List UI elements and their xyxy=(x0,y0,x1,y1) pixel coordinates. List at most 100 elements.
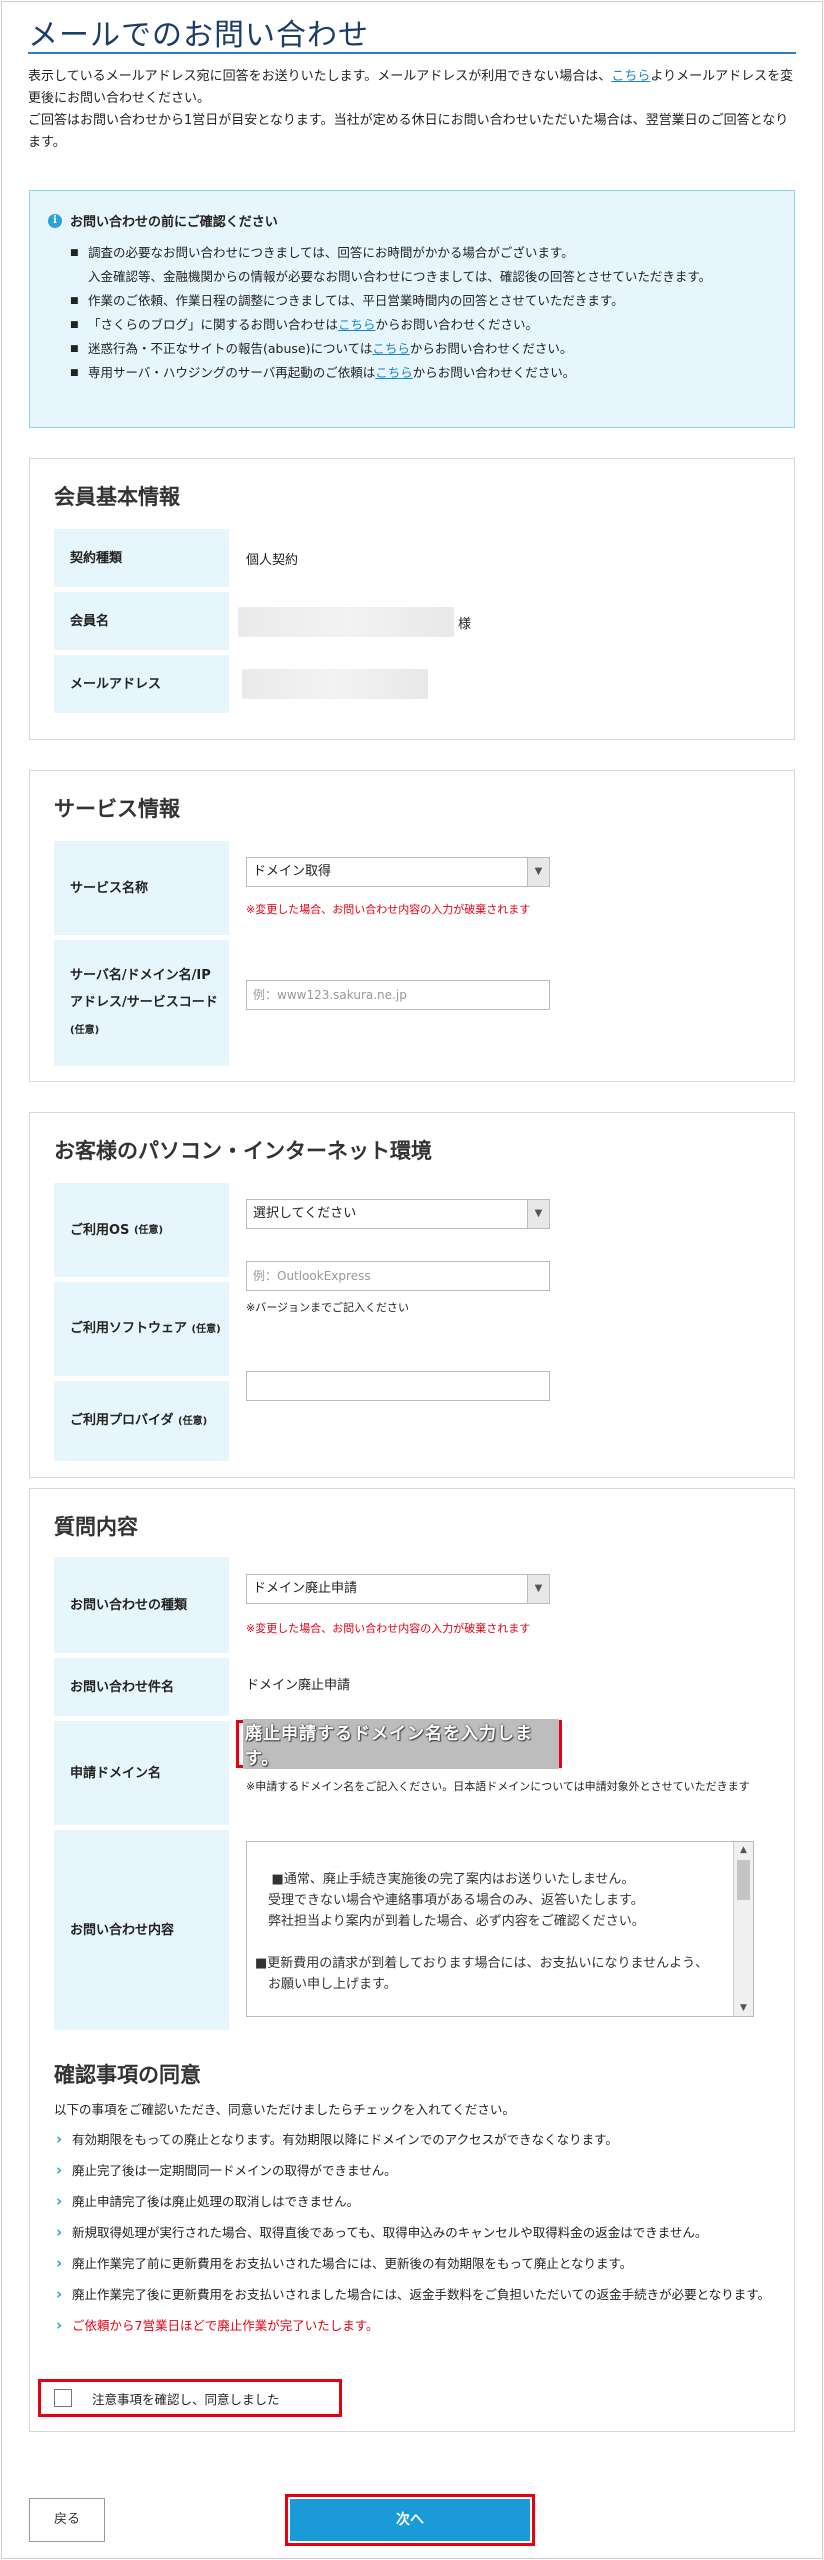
provider-label: ご利用プロバイダ (任意) xyxy=(54,1381,229,1461)
member-info-section: 会員基本情報 契約種類 個人契約 会員名 様 メールアドレス xyxy=(29,458,795,740)
blog-inquiry-link[interactable]: こちら xyxy=(338,317,376,332)
next-button-highlight: 次へ xyxy=(285,2494,535,2546)
agreement-item: 有効期限をもっての廃止となります。有効期限以降にドメインでのアクセスができなくな… xyxy=(54,2128,774,2151)
service-name-label: サービス名称 xyxy=(54,841,229,935)
intro-text-1: 表示しているメールアドレス宛に回答をお送りいたします。メールアドレスが利用できな… xyxy=(28,69,612,84)
os-selected: 選択してください xyxy=(253,1206,357,1221)
software-label: ご利用ソフトウェア (任意) xyxy=(54,1282,229,1376)
environment-section: お客様のパソコン・インターネット環境 ご利用OS (任意) 選択してください ▼… xyxy=(29,1112,795,1478)
inquiry-type-warning: ※変更した場合、お問い合わせ内容の入力が破棄されます xyxy=(246,1622,531,1635)
inquiry-subject-label: お問い合わせ件名 xyxy=(54,1658,229,1716)
server-name-label-text: サーバ名/ドメイン名/IPアドレス/サービスコード xyxy=(70,968,218,1010)
optional-tag: (任意) xyxy=(178,1415,208,1427)
email-label: メールアドレス xyxy=(54,655,229,713)
agree-checkbox[interactable] xyxy=(54,2389,72,2407)
server-name-label: サーバ名/ドメイン名/IPアドレス/サービスコード (任意) xyxy=(54,940,229,1066)
member-name-redacted xyxy=(238,607,454,637)
agreement-item-completion: ご依頼から7営業日ほどで廃止作業が完了いたします。 xyxy=(54,2314,774,2337)
environment-title: お客様のパソコン・インターネット環境 xyxy=(54,1139,432,1163)
agree-checkbox-label[interactable]: 注意事項を確認し、同意しました xyxy=(92,2389,280,2408)
email-change-link[interactable]: こちら xyxy=(611,69,650,84)
agreement-list: 有効期限をもっての廃止となります。有効期限以降にドメインでのアクセスができなくな… xyxy=(54,2128,774,2346)
inquiry-type-label: お問い合わせの種類 xyxy=(54,1557,229,1653)
intro-text: 表示しているメールアドレス宛に回答をお送りいたします。メールアドレスが利用できな… xyxy=(28,66,798,154)
textarea-scrollbar[interactable]: ▲ ▼ xyxy=(733,1842,753,2016)
os-label-text: ご利用OS xyxy=(70,1222,130,1238)
optional-tag: (任意) xyxy=(133,1224,164,1236)
software-input[interactable]: 例：OutlookExpress xyxy=(246,1261,550,1291)
optional-tag: (任意) xyxy=(191,1323,221,1335)
notice-item: 「さくらのブログ」に関するお問い合わせはこちらからお問い合わせください。 xyxy=(70,313,780,337)
domain-name-input[interactable]: 廃止申請するドメイン名を入力します。 xyxy=(239,1719,559,1769)
agreement-lead: 以下の事項をご確認いただき、同意いただけましたらチェックを入れてください。 xyxy=(54,2102,515,2117)
agreement-item: 廃止作業完了後に更新費用をお支払いされました場合には、返金手数料をご負担いただい… xyxy=(54,2283,774,2306)
server-reboot-link[interactable]: こちら xyxy=(375,365,413,380)
notice-item: 迷惑行為・不正なサイトの報告(abuse)についてはこちらからお問い合わせくださ… xyxy=(70,337,780,361)
os-select[interactable]: 選択してください ▼ xyxy=(246,1199,550,1229)
service-info-title: サービス情報 xyxy=(54,797,180,821)
inquiry-content-label: お問い合わせ内容 xyxy=(54,1830,229,2030)
contract-type-value: 個人契約 xyxy=(246,553,299,568)
email-redacted xyxy=(242,669,428,699)
page-title: メールでのお問い合わせ xyxy=(28,18,369,53)
notice-item-text: 迷惑行為・不正なサイトの報告(abuse)については xyxy=(88,341,373,356)
notice-item-text: 専用サーバ・ハウジングのサーバ再起動のご依頼は xyxy=(88,365,376,380)
notice-item-text: 「さくらのブログ」に関するお問い合わせは xyxy=(88,317,339,332)
provider-input[interactable] xyxy=(246,1371,550,1401)
chevron-down-icon: ▼ xyxy=(527,1200,549,1228)
member-name-suffix: 様 xyxy=(458,617,472,632)
question-title: 質問内容 xyxy=(54,1515,138,1539)
notice-item: 専用サーバ・ハウジングのサーバ再起動のご依頼はこちらからお問い合わせください。 xyxy=(70,361,780,385)
contract-type-label: 契約種類 xyxy=(54,529,229,587)
service-name-warning: ※変更した場合、お問い合わせ内容の入力が破棄されます xyxy=(246,903,531,916)
domain-highlight: 廃止申請するドメイン名を入力します。 xyxy=(236,1719,562,1769)
service-name-selected: ドメイン取得 xyxy=(253,864,332,879)
notice-heading-text: お問い合わせの前にご確認ください xyxy=(70,215,278,230)
intro-text-3: ご回答はお問い合わせから1営日が目安となります。当社が定める休日にお問い合わせい… xyxy=(28,113,789,150)
domain-name-label: 申請ドメイン名 xyxy=(54,1721,229,1825)
member-info-title: 会員基本情報 xyxy=(54,485,180,509)
provider-label-text: ご利用プロバイダ xyxy=(70,1412,174,1428)
service-name-select[interactable]: ドメイン取得 ▼ xyxy=(246,857,550,887)
software-label-text: ご利用ソフトウェア xyxy=(70,1320,188,1336)
inquiry-content-text: ■通常、廃止手続き実施後の完了案内はお送りいたしません。 受理できない場合や連絡… xyxy=(255,1872,709,1992)
chevron-down-icon: ▼ xyxy=(527,1575,549,1603)
os-label: ご利用OS (任意) xyxy=(54,1183,229,1277)
scrollbar-thumb[interactable] xyxy=(737,1860,750,1900)
software-note: ※バージョンまでご記入ください xyxy=(246,1301,409,1314)
info-icon: i xyxy=(48,213,62,228)
service-info-section: サービス情報 サービス名称 ドメイン取得 ▼ ※変更した場合、お問い合わせ内容の… xyxy=(29,770,795,1082)
notice-item-text: 調査の必要なお問い合わせにつきましては、回答にお時間がかかる場合がございます。 xyxy=(88,245,574,260)
abuse-report-link[interactable]: こちら xyxy=(372,341,410,356)
agreement-title: 確認事項の同意 xyxy=(54,2063,201,2087)
notice-item: 調査の必要なお問い合わせにつきましては、回答にお時間がかかる場合がございます。入… xyxy=(70,241,780,289)
pre-inquiry-notice: i お問い合わせの前にご確認ください 調査の必要なお問い合わせにつきましては、回… xyxy=(29,190,795,428)
domain-banner-text: 廃止申請するドメイン名を入力します。 xyxy=(243,1719,559,1769)
back-button[interactable]: 戻る xyxy=(29,2498,105,2542)
notice-item-text: からお問い合わせください。 xyxy=(412,365,576,380)
notice-heading: i お問い合わせの前にご確認ください xyxy=(48,211,278,230)
inquiry-type-select[interactable]: ドメイン廃止申請 ▼ xyxy=(246,1574,550,1604)
domain-name-note: ※申請するドメイン名をご記入ください。日本語ドメインについては申請対象外とさせて… xyxy=(246,1780,750,1793)
optional-tag: (任意) xyxy=(70,1025,100,1036)
chevron-down-icon[interactable]: ▼ xyxy=(734,2000,753,2016)
notice-item-text: 入金確認等、金融機関からの情報が必要なお問い合わせにつきましては、確認後の回答と… xyxy=(88,269,712,284)
server-name-input[interactable]: 例：www123.sakura.ne.jp xyxy=(246,980,550,1010)
notice-item-text: からお問い合わせください。 xyxy=(375,317,539,332)
notice-item: 作業のご依頼、作業日程の調整につきましては、平日営業時間内の回答とさせていただき… xyxy=(70,289,780,313)
agreement-item: 廃止完了後は一定期間同一ドメインの取得ができません。 xyxy=(54,2159,774,2182)
chevron-down-icon: ▼ xyxy=(527,858,549,886)
inquiry-content-textarea[interactable]: ■通常、廃止手続き実施後の完了案内はお送りいたしません。 受理できない場合や連絡… xyxy=(246,1841,754,2017)
inquiry-subject-value: ドメイン廃止申請 xyxy=(246,1678,351,1693)
notice-list: 調査の必要なお問い合わせにつきましては、回答にお時間がかかる場合がございます。入… xyxy=(70,241,780,385)
next-button[interactable]: 次へ xyxy=(290,2499,530,2541)
question-section: 質問内容 お問い合わせの種類 ドメイン廃止申請 ▼ ※変更した場合、お問い合わせ… xyxy=(29,1488,795,2432)
member-name-label: 会員名 xyxy=(54,592,229,650)
notice-item-text: からお問い合わせください。 xyxy=(409,341,573,356)
chevron-up-icon[interactable]: ▲ xyxy=(734,1842,753,1858)
agreement-item: 廃止申請完了後は廃止処理の取消しはできません。 xyxy=(54,2190,774,2213)
agreement-item: 廃止作業完了前に更新費用をお支払いされた場合には、更新後の有効期限をもって廃止と… xyxy=(54,2252,774,2275)
inquiry-type-selected: ドメイン廃止申請 xyxy=(253,1581,358,1596)
agreement-item: 新規取得処理が実行された場合、取得直後であっても、取得申込みのキャンセルや取得料… xyxy=(54,2221,774,2244)
title-divider xyxy=(28,52,796,54)
